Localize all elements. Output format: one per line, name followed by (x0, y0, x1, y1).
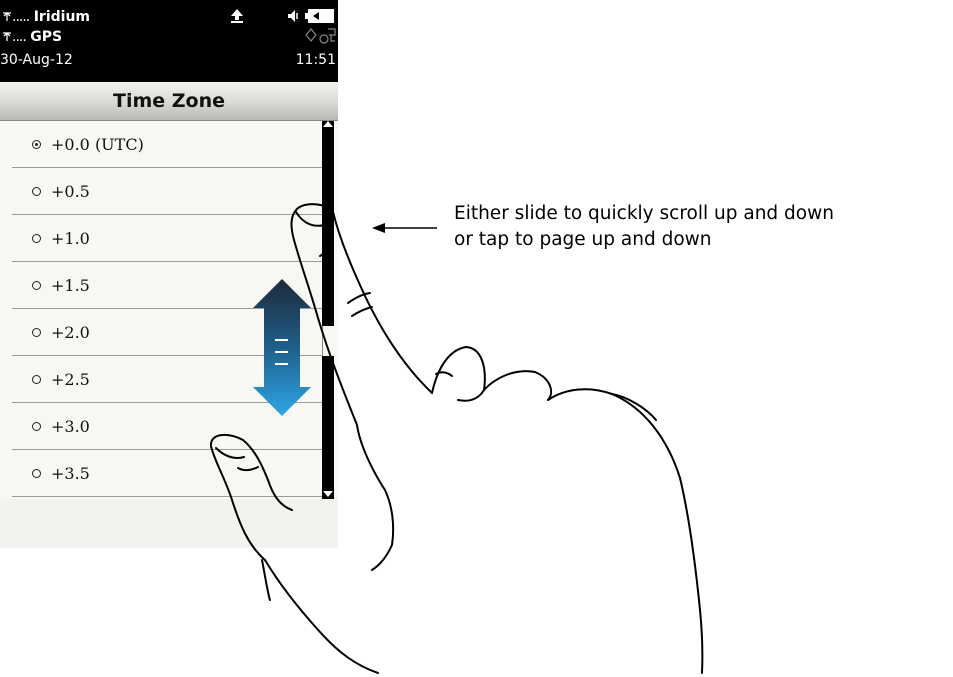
gesture-illustration (209, 203, 704, 674)
hand-pointer-icon (209, 203, 704, 674)
callout-arrow (372, 223, 437, 233)
scroll-arrow-icon (253, 279, 311, 416)
annotation-text: Either slide to quickly scroll up and do… (454, 201, 834, 253)
annotation-line-2: or tap to page up and down (454, 229, 712, 250)
annotation-line-1: Either slide to quickly scroll up and do… (454, 203, 834, 224)
